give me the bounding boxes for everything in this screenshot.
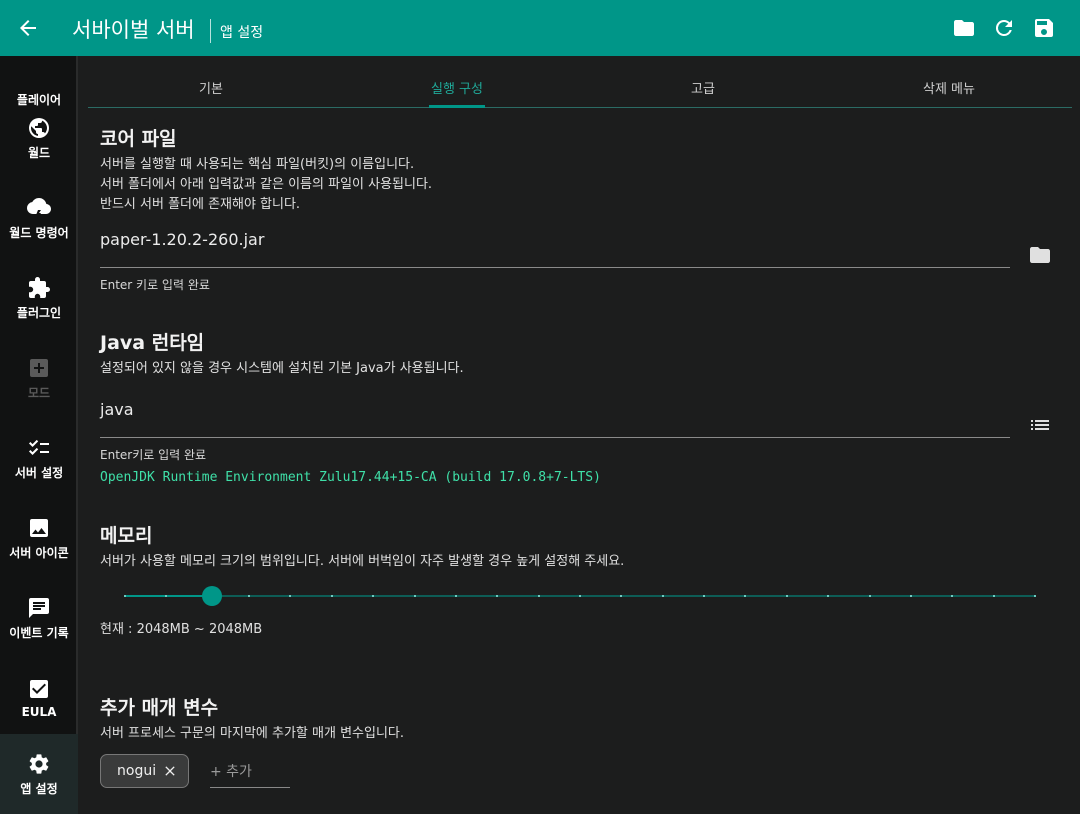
memory-slider-fill bbox=[125, 595, 213, 597]
save-icon[interactable] bbox=[1032, 16, 1056, 40]
java-runtime-desc: 설정되어 있지 않을 경우 시스템에 설치된 기본 Java가 사용됩니다. bbox=[100, 361, 464, 376]
close-icon[interactable] bbox=[162, 763, 178, 779]
tab-run-config[interactable]: 실행 구성 bbox=[334, 56, 580, 108]
slider-tick bbox=[124, 595, 126, 597]
extra-params-title: 추가 매개 변수 bbox=[100, 697, 219, 719]
java-runtime-input[interactable]: java bbox=[100, 394, 1010, 438]
core-file-desc-1: 서버를 실행할 때 사용되는 핵심 파일(버킷)의 이름입니다. bbox=[100, 157, 415, 172]
slider-tick bbox=[248, 595, 251, 597]
sidebar-item-world-commands[interactable]: 월드 명령어 bbox=[0, 178, 78, 258]
slider-tick bbox=[620, 595, 623, 597]
slider-tick bbox=[330, 595, 333, 597]
sidebar-item-server-icon[interactable]: 서버 아이콘 bbox=[0, 498, 78, 578]
core-file-helper: Enter 키로 입력 완료 bbox=[100, 278, 210, 292]
sidebar-item-label: 서버 설정 bbox=[14, 465, 64, 480]
sidebar-item-plugins[interactable]: 플러그인 bbox=[0, 258, 78, 338]
slider-tick bbox=[951, 595, 954, 597]
sidebar-item-label: 월드 bbox=[27, 145, 51, 160]
sidebar-item-mods: 모드 bbox=[0, 338, 78, 418]
sidebar-item-event-log[interactable]: 이벤트 기록 bbox=[0, 578, 78, 658]
memory-slider-thumb[interactable] bbox=[202, 586, 223, 606]
slider-tick bbox=[661, 595, 664, 597]
memory-title: 메모리 bbox=[100, 525, 153, 547]
slider-tick bbox=[744, 595, 747, 597]
java-version-text: OpenJDK Runtime Environment Zulu17.44+15… bbox=[100, 470, 601, 485]
extra-params-desc: 서버 프로세스 구문의 마지막에 추가할 매개 변수입니다. bbox=[100, 726, 405, 741]
folder-icon[interactable] bbox=[1028, 243, 1052, 267]
slider-tick bbox=[165, 595, 168, 597]
java-runtime-helper: Enter키로 입력 완료 bbox=[100, 448, 207, 462]
checklist-icon bbox=[27, 436, 51, 460]
list-icon[interactable] bbox=[1028, 413, 1052, 437]
add-param-input[interactable]: + 추가 bbox=[210, 758, 290, 788]
param-chip-label: nogui bbox=[117, 763, 157, 779]
refresh-icon[interactable] bbox=[992, 16, 1016, 40]
core-file-title: 코어 파일 bbox=[100, 128, 177, 150]
image-icon bbox=[27, 516, 51, 540]
slider-tick bbox=[1034, 595, 1036, 597]
sidebar: 플레이어 월드 월드 명령어 플러그인 모드 서버 설정 서버 아이콘 이벤트 … bbox=[0, 56, 78, 814]
core-file-input[interactable]: paper-1.20.2-260.jar bbox=[100, 224, 1010, 268]
tab-basic[interactable]: 기본 bbox=[88, 56, 334, 107]
chat-icon bbox=[27, 596, 51, 620]
sidebar-item-label: 플러그인 bbox=[16, 305, 62, 320]
title-divider bbox=[210, 19, 211, 43]
slider-tick bbox=[992, 595, 995, 597]
sidebar-item-label: 모드 bbox=[27, 385, 51, 400]
sidebar-item-eula[interactable]: EULA bbox=[0, 658, 78, 738]
tab-bar: 기본 실행 구성 고급 삭제 메뉴 bbox=[88, 56, 1072, 108]
sidebar-item-world[interactable]: 월드 bbox=[0, 98, 78, 178]
slider-tick bbox=[579, 595, 581, 597]
core-file-desc-3: 반드시 서버 폴더에 존재해야 합니다. bbox=[100, 197, 301, 212]
sidebar-item-label: 서버 아이콘 bbox=[9, 545, 69, 560]
app-bar: 서바이벌 서버 앱 설정 bbox=[0, 0, 1080, 56]
slider-tick bbox=[454, 595, 457, 597]
param-chip[interactable]: nogui bbox=[100, 754, 190, 788]
slider-tick bbox=[785, 595, 788, 597]
sidebar-item-app-settings[interactable]: 앱 설정 bbox=[0, 734, 78, 814]
slider-tick bbox=[413, 595, 416, 597]
appbar-actions bbox=[952, 16, 1056, 40]
memory-current: 현재 : 2048MB ~ 2048MB bbox=[100, 622, 263, 637]
slider-tick bbox=[827, 595, 830, 597]
sidebar-item-server-settings[interactable]: 서버 설정 bbox=[0, 418, 78, 498]
puzzle-icon bbox=[27, 276, 51, 300]
app-subtitle: 앱 설정 bbox=[220, 25, 264, 41]
slider-tick bbox=[496, 595, 499, 597]
add-box-icon bbox=[27, 356, 51, 380]
slider-tick bbox=[537, 595, 540, 597]
tab-advanced[interactable]: 고급 bbox=[580, 56, 826, 107]
slider-tick bbox=[909, 595, 912, 597]
java-runtime-title: Java 런타임 bbox=[100, 332, 205, 354]
slider-tick bbox=[868, 595, 871, 597]
sidebar-item-label: 이벤트 기록 bbox=[9, 625, 69, 640]
slider-tick bbox=[703, 595, 706, 597]
app-title: 서바이벌 서버 bbox=[72, 18, 195, 42]
sidebar-item-label: 월드 명령어 bbox=[9, 225, 69, 240]
gear-icon bbox=[27, 752, 51, 776]
slider-tick bbox=[289, 595, 292, 597]
memory-desc: 서버가 사용할 메모리 크기의 범위입니다. 서버에 버벅임이 자주 발생할 경… bbox=[100, 554, 625, 569]
sidebar-item-label: 앱 설정 bbox=[20, 781, 58, 796]
sidebar-item-label: EULA bbox=[21, 705, 57, 719]
tab-delete-menu[interactable]: 삭제 메뉴 bbox=[826, 56, 1072, 107]
slider-tick bbox=[372, 595, 375, 597]
globe-icon bbox=[27, 116, 51, 140]
storm-icon bbox=[26, 196, 51, 220]
folder-icon[interactable] bbox=[952, 16, 976, 40]
core-file-desc-2: 서버 폴더에서 아래 입력값과 같은 이름의 파일이 사용됩니다. bbox=[100, 177, 433, 192]
check-box-icon bbox=[27, 677, 51, 701]
